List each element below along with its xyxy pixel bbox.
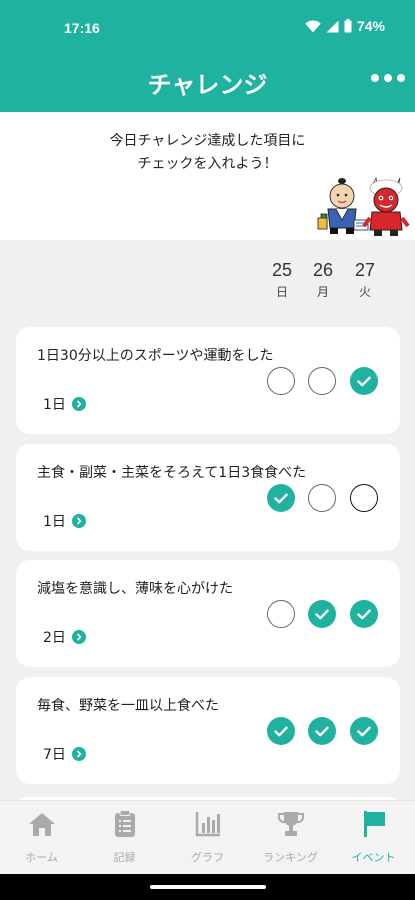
tab-label: ランキング xyxy=(263,851,318,864)
achieved-days-count: 7日 xyxy=(43,747,66,763)
day-weekday: 月 xyxy=(316,285,329,299)
check-day-27[interactable] xyxy=(350,484,378,512)
tab-ranking[interactable]: ランキング xyxy=(249,809,332,865)
clipboard-icon xyxy=(114,810,135,837)
wifi-icon xyxy=(305,19,321,32)
app-header: チャレンジ xyxy=(0,55,415,112)
achieved-days-count: 1日 xyxy=(43,514,66,530)
day-column-header: 25 日 xyxy=(262,258,302,302)
achieved-days: 2日 xyxy=(43,627,86,647)
checkmark-icon xyxy=(357,726,371,736)
challenge-title: 毎食、野菜を一皿以上食べた xyxy=(37,698,219,714)
check-day-25[interactable] xyxy=(267,484,295,512)
battery-icon xyxy=(344,19,352,33)
check-day-27[interactable] xyxy=(350,600,378,628)
intro-line-1: 今日チャレンジ達成した項目に xyxy=(109,133,306,149)
day-weekday: 火 xyxy=(358,285,371,299)
achieved-days: 7日 xyxy=(43,744,86,764)
status-bar: 17:16 74% xyxy=(0,0,415,55)
challenge-title: 1日30分以上のスポーツや運動をした xyxy=(37,348,274,364)
checkmark-icon xyxy=(274,493,288,503)
chevron-right-icon[interactable] xyxy=(71,630,86,644)
check-day-26[interactable] xyxy=(308,717,336,745)
check-day-25[interactable] xyxy=(267,717,295,745)
checkmark-icon xyxy=(315,726,329,736)
signal-icon xyxy=(326,20,339,32)
intro-panel: 今日チャレンジ達成した項目に チェックを入れよう！ xyxy=(0,112,415,240)
status-time: 17:16 xyxy=(64,20,100,36)
home-gesture-bar[interactable] xyxy=(150,885,266,889)
checkmark-icon xyxy=(357,376,371,386)
more-dot xyxy=(397,74,405,82)
day-number: 25 xyxy=(271,260,293,280)
bottom-tab-bar: ホーム 記録 グラフ ランキング イベント xyxy=(0,800,415,874)
achieved-days: 1日 xyxy=(43,394,86,414)
check-day-26[interactable] xyxy=(308,600,336,628)
challenge-list-area[interactable]: 25 日 26 月 27 火 1日30分以上のスポーツや運動をした 1日 主食・… xyxy=(0,240,415,800)
check-day-26[interactable] xyxy=(308,484,336,512)
chevron-right-icon[interactable] xyxy=(71,747,86,761)
chevron-right-icon[interactable] xyxy=(71,397,86,411)
achieved-days-count: 2日 xyxy=(43,630,66,646)
intro-line-2: チェックを入れよう！ xyxy=(137,156,278,172)
day-number: 27 xyxy=(354,260,376,280)
tab-label: イベント xyxy=(351,851,396,864)
day-weekday: 日 xyxy=(275,285,288,299)
challenge-title: 主食・副菜・主菜をそろえて1日3食食べた xyxy=(37,465,307,481)
chevron-right-icon[interactable] xyxy=(71,514,86,528)
check-day-26[interactable] xyxy=(308,367,336,395)
more-menu-button[interactable] xyxy=(371,74,405,82)
checkmark-icon xyxy=(274,726,288,736)
tab-home[interactable]: ホーム xyxy=(0,809,83,865)
home-icon xyxy=(28,813,55,836)
checkmark-icon xyxy=(357,609,371,619)
tab-event[interactable]: イベント xyxy=(332,809,415,865)
challenge-card[interactable]: 減塩を意識し、薄味を心がけた 2日 xyxy=(16,560,400,667)
tab-graph[interactable]: グラフ xyxy=(166,809,249,865)
challenge-card[interactable]: 主食・副菜・主菜をそろえて1日3食食べた 1日 xyxy=(16,444,400,551)
day-column-header: 26 月 xyxy=(303,258,343,302)
system-nav-bar xyxy=(0,874,415,900)
battery-percent: 74% xyxy=(356,18,385,34)
day-column-header: 27 火 xyxy=(345,258,385,302)
check-day-25[interactable] xyxy=(267,367,295,395)
status-icons: 74% xyxy=(305,18,385,34)
check-day-25[interactable] xyxy=(267,600,295,628)
trophy-icon xyxy=(277,812,304,836)
more-dot xyxy=(384,74,392,82)
intro-message: 今日チャレンジ達成した項目に チェックを入れよう！ xyxy=(0,130,415,176)
achieved-days: 1日 xyxy=(43,511,86,531)
more-dot xyxy=(371,74,379,82)
challenge-title: 減塩を意識し、薄味を心がけた xyxy=(37,581,233,597)
achieved-days-count: 1日 xyxy=(43,397,66,413)
bar-chart-icon xyxy=(195,812,220,837)
challenge-card[interactable]: 毎食、野菜を一皿以上食べた 7日 xyxy=(16,677,400,784)
mascot-illustration xyxy=(317,176,410,236)
tab-label: ホーム xyxy=(25,851,58,864)
page-title: チャレンジ xyxy=(147,71,268,99)
checkmark-icon xyxy=(315,609,329,619)
day-number: 26 xyxy=(312,260,334,280)
tab-record[interactable]: 記録 xyxy=(83,809,166,865)
tab-label: 記録 xyxy=(113,851,136,864)
tab-label: グラフ xyxy=(191,851,224,864)
check-day-27[interactable] xyxy=(350,367,378,395)
flag-icon xyxy=(363,811,385,837)
check-day-27[interactable] xyxy=(350,717,378,745)
challenge-card[interactable]: 1日30分以上のスポーツや運動をした 1日 xyxy=(16,327,400,434)
